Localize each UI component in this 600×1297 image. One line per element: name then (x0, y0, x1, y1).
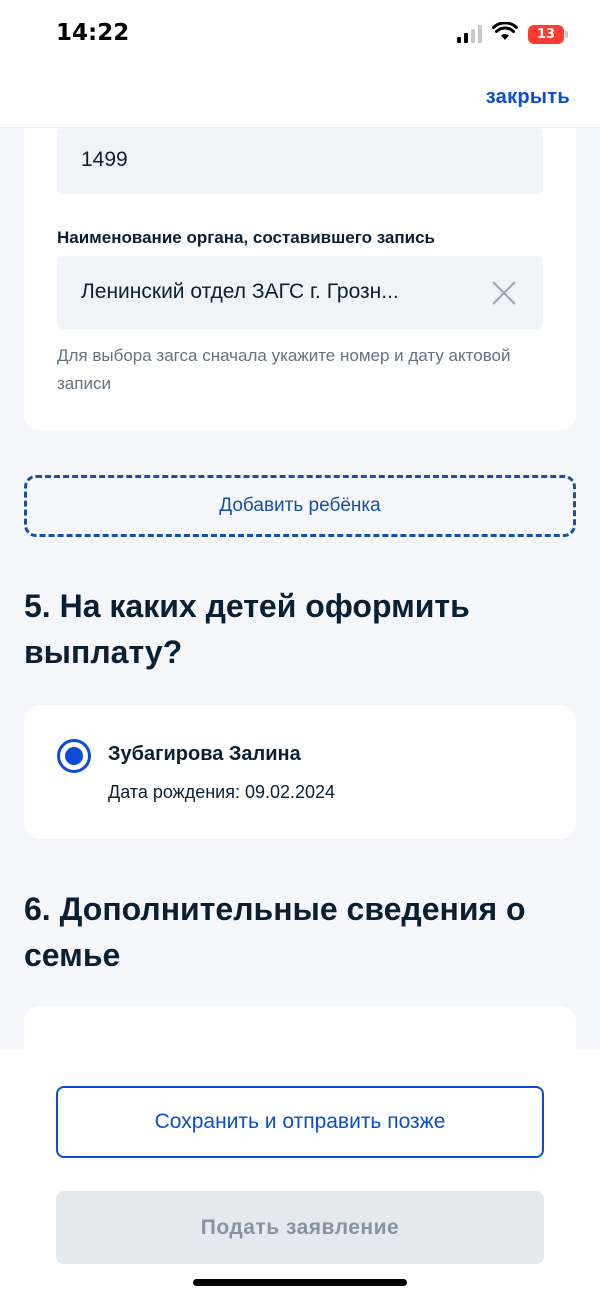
child-birth-date: Дата рождения: 09.02.2024 (108, 782, 336, 802)
authority-field[interactable]: Ленинский отдел ЗАГС г. Грозн... (57, 256, 543, 329)
battery-charging-icon: 13 (528, 24, 568, 44)
child-radio[interactable] (57, 739, 91, 773)
top-bar: 14:22 13 закрыть (0, 0, 600, 128)
submit-application-button[interactable]: Подать заявление (56, 1191, 544, 1264)
signal-icon (457, 25, 482, 43)
home-indicator (193, 1279, 407, 1286)
authority-hint: Для выбора загса сначала укажите номер и… (57, 346, 511, 393)
children-card: Зубагирова Залина Дата рождения: 09.02.2… (24, 705, 576, 839)
status-time: 14:22 (56, 20, 130, 46)
child-name: Зубагирова Залина (108, 743, 301, 765)
authority-field-label: Наименование органа, составившего запись (57, 228, 436, 247)
authority-value: Ленинский отдел ЗАГС г. Грозн... (81, 280, 399, 303)
act-number-field[interactable]: 1499 (57, 128, 543, 194)
close-link[interactable]: закрыть (486, 86, 570, 109)
act-number-value: 1499 (81, 148, 128, 171)
wifi-icon (492, 21, 518, 46)
add-child-button[interactable]: Добавить ребёнка (24, 475, 576, 537)
clear-icon[interactable] (489, 278, 519, 308)
bottom-action-bar: Сохранить и отправить позже Подать заявл… (0, 1050, 600, 1297)
section-5-title: 5. На каких детей оформить выплату? (24, 588, 470, 670)
save-later-button[interactable]: Сохранить и отправить позже (56, 1086, 544, 1158)
section-6-title: 6. Дополнительные сведения о семье (24, 891, 526, 973)
status-icons: 13 (457, 21, 568, 46)
battery-level: 13 (536, 26, 556, 42)
act-record-card: 1499 Наименование органа, составившего з… (24, 100, 576, 430)
